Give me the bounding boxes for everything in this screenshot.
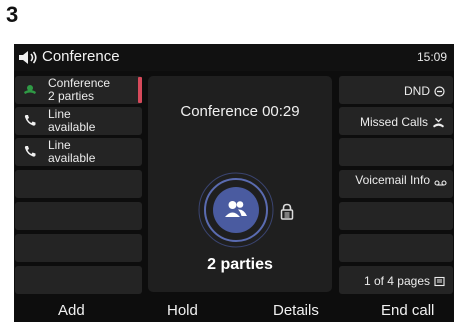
conference-avatar — [196, 170, 276, 250]
speaker-icon — [19, 51, 37, 64]
softkey-bar: Add Hold Details End call — [14, 300, 454, 322]
line-key-sublabel: 2 parties — [48, 88, 95, 103]
voicemail-label: Voicemail Info — [355, 173, 430, 187]
conference-icon — [24, 85, 36, 94]
right-key-voicemail-info[interactable]: Voicemail Info — [339, 170, 453, 198]
voicemail-icon — [434, 180, 447, 186]
phone-handset-icon — [24, 115, 36, 126]
line-key-label: Line — [48, 138, 71, 152]
line-key-sublabel: available — [48, 119, 96, 134]
status-clock: 15:09 — [416, 50, 447, 64]
softkey-hold[interactable]: Hold — [167, 302, 198, 319]
missed-call-icon — [433, 117, 444, 127]
line-key-sublabel: available — [48, 150, 96, 165]
right-key-missed-calls[interactable]: Missed Calls — [339, 107, 453, 135]
lock-icon — [280, 203, 294, 220]
phone-handset-icon — [24, 146, 36, 157]
line-key-empty-6[interactable] — [15, 234, 142, 262]
call-title: Conference 00:29 — [180, 103, 300, 120]
status-title: Conference — [42, 48, 120, 65]
parties-count: 2 parties — [207, 256, 273, 273]
line-key-empty-5[interactable] — [15, 202, 142, 230]
dnd-icon — [434, 85, 445, 97]
softkey-details[interactable]: Details — [273, 302, 319, 319]
phone-screen: Conference 15:09 Conference 2 parties Li… — [14, 44, 454, 322]
missed-calls-label: Missed Calls — [359, 115, 428, 129]
group-icon — [198, 172, 274, 248]
right-key-empty-3[interactable] — [339, 138, 453, 166]
right-key-dnd[interactable]: DND — [339, 76, 453, 104]
line-key-conference[interactable]: Conference 2 parties — [15, 76, 142, 104]
right-key-pages[interactable]: 1 of 4 pages — [339, 266, 453, 294]
line-key-line-2[interactable]: Line available — [15, 107, 142, 135]
step-number: 3 — [6, 2, 19, 27]
softkey-end-call[interactable]: End call — [381, 302, 434, 319]
line-key-label: Line — [48, 107, 71, 121]
line-key-empty-4[interactable] — [15, 170, 142, 198]
status-bar: Conference 15:09 — [14, 44, 454, 71]
call-panel: Conference 00:29 2 parties — [148, 76, 332, 292]
line-key-empty-7[interactable] — [15, 266, 142, 294]
active-indicator — [138, 77, 142, 103]
dnd-label: DND — [404, 84, 430, 98]
right-key-empty-6[interactable] — [339, 234, 453, 262]
right-key-empty-5[interactable] — [339, 202, 453, 230]
pages-label: 1 of 4 pages — [363, 274, 430, 288]
line-key-label: Conference — [48, 76, 111, 90]
pages-icon — [434, 276, 445, 286]
softkey-add[interactable]: Add — [58, 302, 85, 319]
line-key-line-3[interactable]: Line available — [15, 138, 142, 166]
